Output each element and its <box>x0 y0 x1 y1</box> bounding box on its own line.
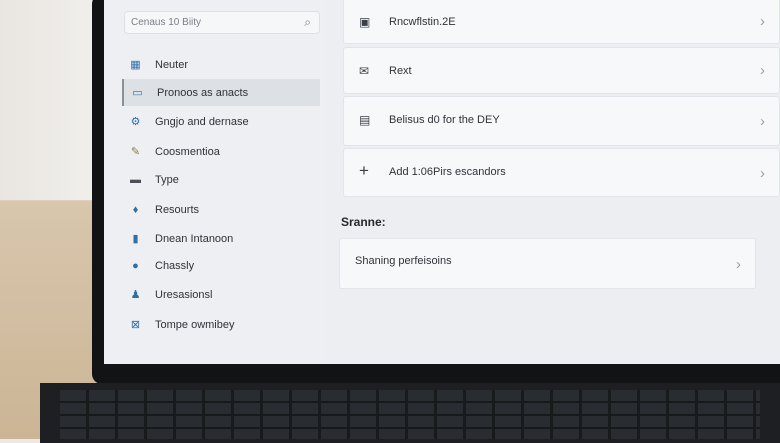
plus-icon: + <box>359 161 369 180</box>
sidebar-item-pronoos[interactable]: ▭ Pronoos as anacts <box>122 79 320 106</box>
sidebar-item-dnean[interactable]: ▮ Dnean Intanoon <box>122 225 320 252</box>
folder-icon: ▮ <box>132 233 139 245</box>
sidebar-item-label: Tompe owmibey <box>155 318 235 331</box>
sidebar-item-type[interactable]: ▬ Type <box>122 166 320 193</box>
circle-icon: ● <box>132 259 139 272</box>
card-label: Rext <box>389 65 412 77</box>
chevron-right-icon: › <box>760 13 765 30</box>
sidebar-item-uresasionsl[interactable]: ♟ Uresasionsl <box>122 281 320 308</box>
keyboard-key-rows <box>60 390 760 439</box>
person-icon: ♟ <box>130 289 141 301</box>
calendar-icon: ▤ <box>359 113 371 127</box>
sidebar-item-neuter[interactable]: ▦ Neuter <box>122 51 320 78</box>
laptop-screen: Cenaus 10 Biity ⌕ ▦ Neuter ▭ Pronoos as … <box>104 0 780 364</box>
sidebar-item-label: Gngjo and dernase <box>155 115 249 128</box>
settings-card-shaning[interactable]: Shaning perfeisoins › <box>339 238 756 289</box>
x-box-icon: ⊠ <box>130 319 141 331</box>
settings-card-belisus[interactable]: ▤ Belisus d0 for the DEY › <box>343 96 780 146</box>
gear-icon: ⚙ <box>130 116 141 128</box>
sidebar-item-label: Neuter <box>155 58 189 71</box>
chevron-right-icon: › <box>760 165 765 182</box>
sidebar-item-tompe[interactable]: ⊠ Tompe owmibey <box>122 311 320 338</box>
search-placeholder: Cenaus 10 Biity <box>131 17 202 28</box>
sidebar-item-label: Dnean Intanoon <box>155 232 234 245</box>
sidebar-item-chassly[interactable]: ● Chassly <box>122 252 320 279</box>
chevron-right-icon: › <box>760 62 765 79</box>
chevron-right-icon: › <box>736 256 741 273</box>
monitor-icon: ▣ <box>359 15 371 29</box>
settings-card-rext[interactable]: ✉ Rext › <box>343 47 780 94</box>
sidebar-item-label: Pronoos as anacts <box>157 86 249 99</box>
search-field[interactable]: Cenaus 10 Biity ⌕ <box>124 11 320 34</box>
sidebar-item-label: Chassly <box>155 259 195 272</box>
briefcase-icon: ▭ <box>132 87 143 99</box>
settings-card-rncwflstin[interactable]: ▣ Rncwflstin.2E › <box>343 0 780 44</box>
card-label: Rncwflstin.2E <box>389 16 456 28</box>
sidebar: Cenaus 10 Biity ⌕ ▦ Neuter ▭ Pronoos as … <box>104 0 326 364</box>
search-icon[interactable]: ⌕ <box>304 15 311 30</box>
pen-icon: ✎ <box>130 146 141 158</box>
sidebar-item-label: Type <box>155 173 179 186</box>
sidebar-item-label: Resourts <box>155 203 200 216</box>
sidebar-item-label: Uresasionsl <box>155 288 213 301</box>
keyboard-icon: ▬ <box>130 173 141 186</box>
section-title: Sranne: <box>341 215 386 229</box>
sidebar-item-label: Coosmentioa <box>155 145 220 158</box>
card-label: Belisus d0 for the DEY <box>389 114 500 126</box>
card-label: Shaning perfeisoins <box>355 255 452 267</box>
chevron-right-icon: › <box>760 113 765 130</box>
sidebar-item-gngjo[interactable]: ⚙ Gngjo and dernase <box>122 108 320 135</box>
sidebar-item-coosmentioa[interactable]: ✎ Coosmentioa <box>122 138 320 165</box>
card-label: Add 1:06Pirs escandors <box>389 166 506 178</box>
grid-icon: ▦ <box>130 59 141 71</box>
sidebar-item-resourts[interactable]: ♦ Resourts <box>122 196 320 223</box>
main-panel: ▣ Rncwflstin.2E › ✉ Rext › ▤ Belisus d0 … <box>339 0 780 364</box>
drop-icon: ♦ <box>132 203 139 216</box>
mail-icon: ✉ <box>359 64 370 78</box>
settings-card-add[interactable]: + Add 1:06Pirs escandors › <box>343 148 780 197</box>
